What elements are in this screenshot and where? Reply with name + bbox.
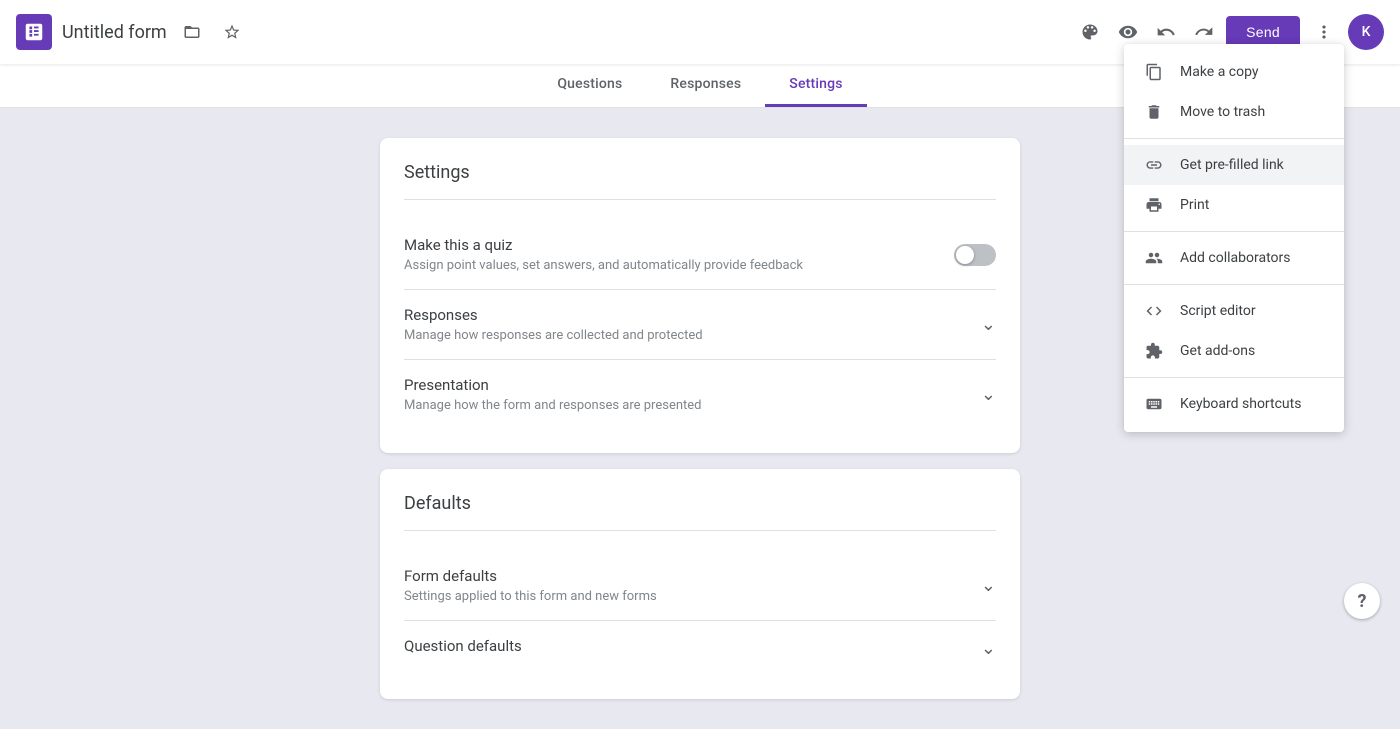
- menu-make-copy[interactable]: Make a copy: [1124, 52, 1344, 92]
- header-left: Untitled form: [16, 14, 1074, 50]
- menu-keyboard-shortcuts[interactable]: Keyboard shortcuts: [1124, 384, 1344, 424]
- responses-chevron[interactable]: ⌄: [981, 314, 996, 335]
- copy-icon: [1144, 62, 1164, 82]
- dropdown-menu: Make a copy Move to trash Get pre-filled…: [1124, 44, 1344, 432]
- tab-questions[interactable]: Questions: [533, 64, 646, 107]
- question-defaults-row[interactable]: Question defaults ⌄: [404, 621, 996, 675]
- settings-card: Settings Make this a quiz Assign point v…: [380, 138, 1020, 453]
- quiz-row: Make this a quiz Assign point values, se…: [404, 220, 996, 290]
- user-avatar[interactable]: K: [1348, 14, 1384, 50]
- form-defaults-row[interactable]: Form defaults Settings applied to this f…: [404, 551, 996, 621]
- tab-settings[interactable]: Settings: [765, 64, 866, 107]
- link-icon: [1144, 155, 1164, 175]
- menu-keyboard-shortcuts-label: Keyboard shortcuts: [1180, 396, 1301, 412]
- menu-print-label: Print: [1180, 197, 1209, 213]
- folder-button[interactable]: [177, 17, 207, 47]
- presentation-chevron[interactable]: ⌄: [981, 384, 996, 405]
- settings-card-title: Settings: [404, 162, 996, 200]
- presentation-label: Presentation: [404, 376, 702, 394]
- form-defaults-text: Form defaults Settings applied to this f…: [404, 567, 657, 604]
- question-defaults-label: Question defaults: [404, 637, 522, 655]
- responses-label: Responses: [404, 306, 703, 324]
- menu-get-prefilled-link-label: Get pre-filled link: [1180, 157, 1284, 173]
- tab-responses[interactable]: Responses: [646, 64, 765, 107]
- app-icon[interactable]: [16, 14, 52, 50]
- quiz-desc: Assign point values, set answers, and au…: [404, 258, 803, 273]
- menu-divider-2: [1124, 231, 1344, 232]
- quiz-toggle[interactable]: [954, 244, 996, 266]
- menu-script-editor[interactable]: Script editor: [1124, 291, 1344, 331]
- quiz-text: Make this a quiz Assign point values, se…: [404, 236, 803, 273]
- defaults-card-title: Defaults: [404, 493, 996, 531]
- menu-make-copy-label: Make a copy: [1180, 64, 1259, 80]
- menu-divider-4: [1124, 377, 1344, 378]
- menu-print[interactable]: Print: [1124, 185, 1344, 225]
- responses-text: Responses Manage how responses are colle…: [404, 306, 703, 343]
- menu-get-addons[interactable]: Get add-ons: [1124, 331, 1344, 371]
- menu-add-collaborators[interactable]: Add collaborators: [1124, 238, 1344, 278]
- menu-get-prefilled-link[interactable]: Get pre-filled link: [1124, 145, 1344, 185]
- form-defaults-chevron[interactable]: ⌄: [981, 575, 996, 596]
- menu-add-collaborators-label: Add collaborators: [1180, 250, 1290, 266]
- form-defaults-desc: Settings applied to this form and new fo…: [404, 589, 657, 604]
- menu-script-editor-label: Script editor: [1180, 303, 1256, 319]
- presentation-text: Presentation Manage how the form and res…: [404, 376, 702, 413]
- responses-row[interactable]: Responses Manage how responses are colle…: [404, 290, 996, 360]
- question-defaults-text: Question defaults: [404, 637, 522, 659]
- form-title: Untitled form: [62, 22, 167, 43]
- puzzle-icon: [1144, 341, 1164, 361]
- people-icon: [1144, 248, 1164, 268]
- menu-move-to-trash-label: Move to trash: [1180, 104, 1265, 120]
- presentation-desc: Manage how the form and responses are pr…: [404, 398, 702, 413]
- menu-get-addons-label: Get add-ons: [1180, 343, 1255, 359]
- help-button[interactable]: ?: [1344, 583, 1380, 619]
- palette-button[interactable]: [1074, 16, 1106, 48]
- quiz-label: Make this a quiz: [404, 236, 803, 254]
- keyboard-icon: [1144, 394, 1164, 414]
- star-button[interactable]: [217, 17, 247, 47]
- code-icon: [1144, 301, 1164, 321]
- presentation-row[interactable]: Presentation Manage how the form and res…: [404, 360, 996, 429]
- menu-divider-1: [1124, 138, 1344, 139]
- defaults-card: Defaults Form defaults Settings applied …: [380, 469, 1020, 699]
- menu-divider-3: [1124, 284, 1344, 285]
- form-defaults-label: Form defaults: [404, 567, 657, 585]
- trash-icon: [1144, 102, 1164, 122]
- menu-move-to-trash[interactable]: Move to trash: [1124, 92, 1344, 132]
- question-defaults-chevron[interactable]: ⌄: [981, 638, 996, 659]
- responses-desc: Manage how responses are collected and p…: [404, 328, 703, 343]
- print-icon: [1144, 195, 1164, 215]
